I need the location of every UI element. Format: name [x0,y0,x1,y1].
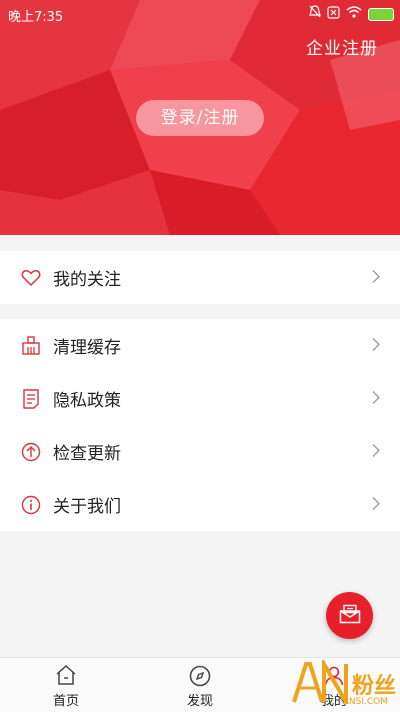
menu-item-check-update[interactable]: 检查更新 [0,425,400,478]
chevron-right-icon [372,442,380,461]
chevron-right-icon [372,389,380,408]
watermark-text: 粉丝 [351,674,396,699]
tab-discover[interactable]: 发现 [160,658,240,712]
mail-icon [339,604,361,628]
mute-icon [309,5,321,23]
chevron-right-icon [372,495,380,514]
enterprise-register-link[interactable]: 企业注册 [306,34,378,59]
watermark-logo-icon [292,656,350,710]
heart-icon [20,267,42,289]
tab-home[interactable]: 首页 [26,658,106,712]
chevron-right-icon [372,268,380,287]
menu-item-label: 隐私政策 [53,391,121,411]
feedback-fab-button[interactable] [326,592,373,639]
watermark-subtext: ANSI.COM [342,697,388,707]
follow-card: 我的关注 [0,251,400,304]
login-register-button[interactable]: 登录/注册 [136,100,264,136]
document-icon [20,388,42,410]
menu-item-label: 清理缓存 [53,338,121,358]
status-icons [309,5,394,23]
settings-card: 清理缓存 隐私政策 检查更新 关于我们 [0,319,400,531]
menu-item-label: 检查更新 [53,444,121,464]
arrow-up-circle-icon [20,441,42,463]
sim-off-icon [327,5,340,23]
menu-item-privacy-policy[interactable]: 隐私政策 [0,372,400,425]
menu-item-follow[interactable]: 我的关注 [0,251,400,304]
menu-item-clear-cache[interactable]: 清理缓存 [0,319,400,372]
menu-item-about-us[interactable]: 关于我们 [0,478,400,531]
broom-icon [20,335,42,357]
wifi-icon [346,6,362,22]
watermark: 粉丝 ANSI.COM [292,656,396,710]
status-bar: 晚上7:35 [0,0,400,28]
menu-item-label: 关于我们 [53,497,121,517]
compass-icon [188,664,212,692]
tab-label: 发现 [186,694,213,709]
chevron-right-icon [372,336,380,355]
home-icon [54,664,78,690]
status-time: 晚上7:35 [8,10,64,25]
battery-icon [368,7,394,21]
profile-header: 晚上7:35 企业注册 登录/注册 [0,0,400,235]
menu-item-label: 我的关注 [53,270,121,290]
tab-label: 首页 [52,694,79,709]
info-circle-icon [20,494,42,516]
